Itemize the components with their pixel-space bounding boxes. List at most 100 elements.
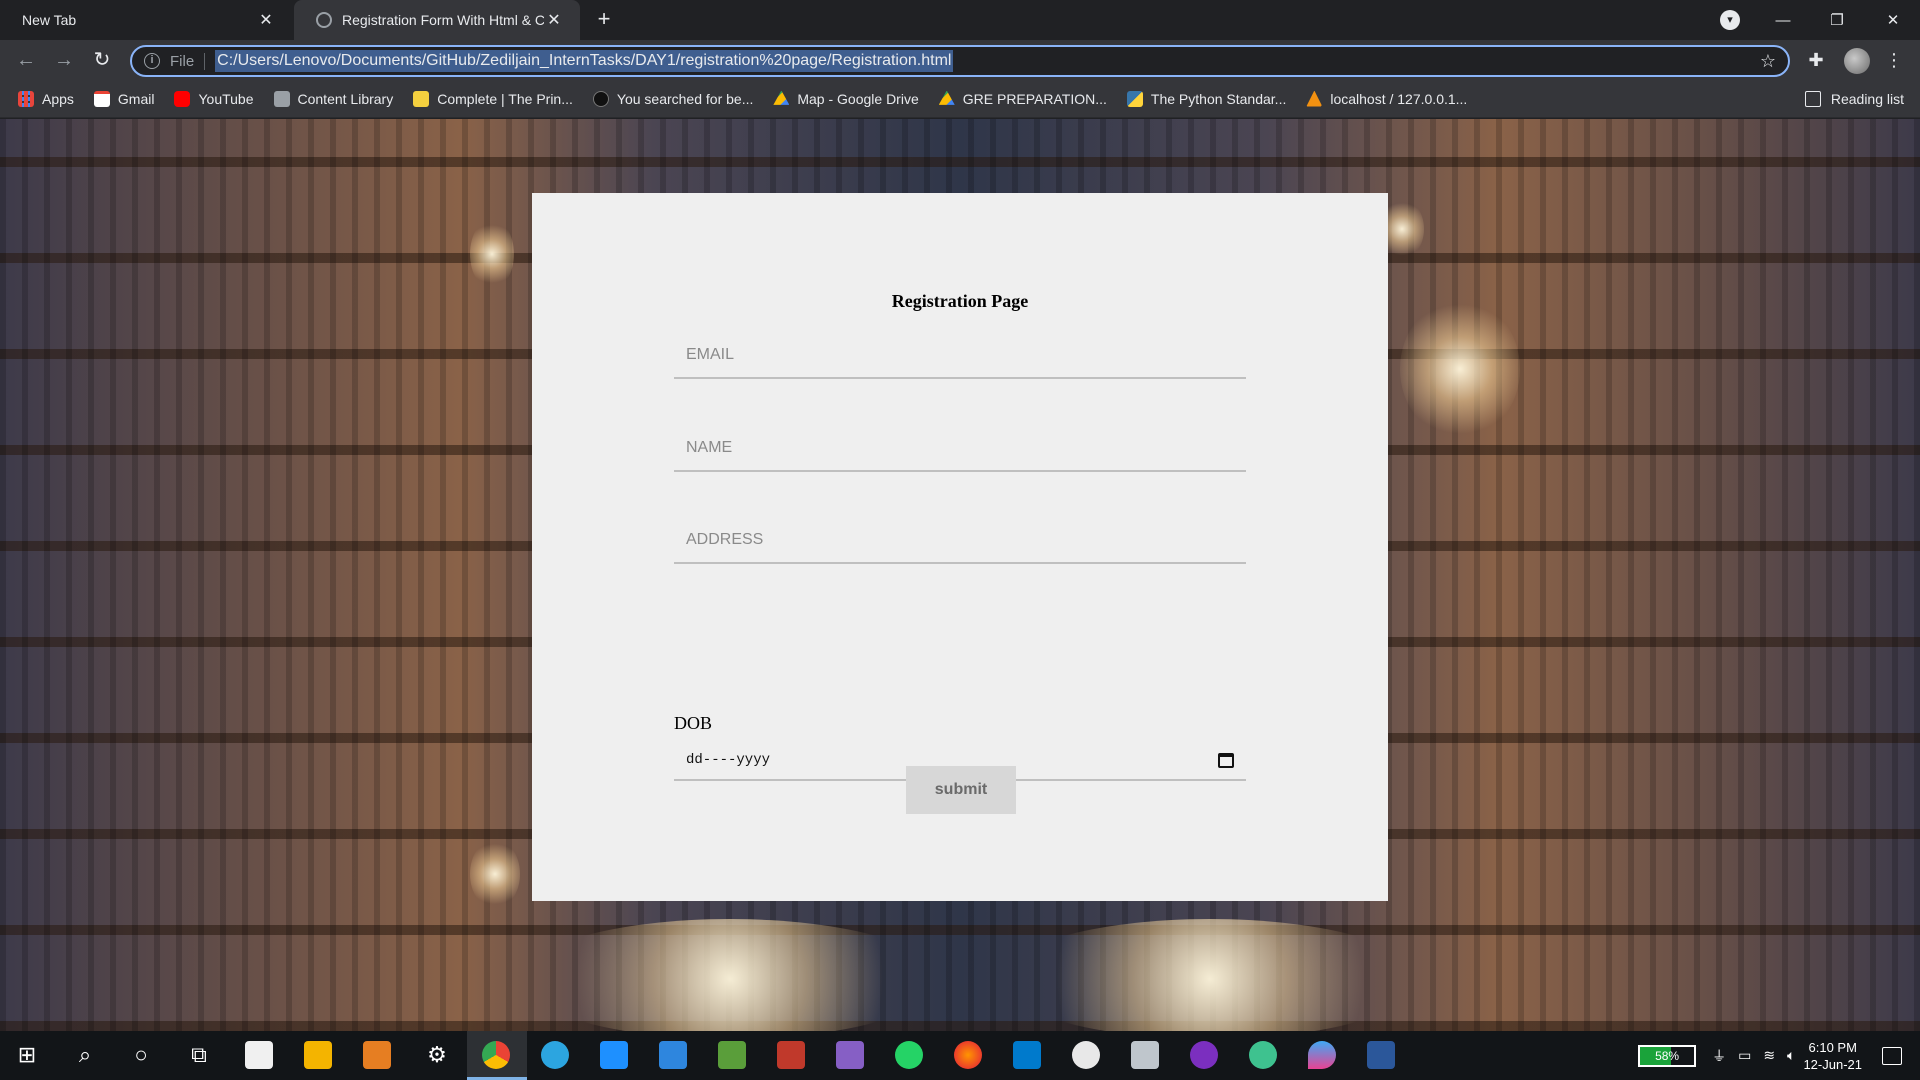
bookmark-python[interactable]: The Python Standar... <box>1126 90 1286 107</box>
submit-button[interactable]: submit <box>906 766 1016 814</box>
telegram-icon[interactable] <box>541 1041 569 1069</box>
battery-icon[interactable]: ▭ <box>1738 1047 1751 1064</box>
bookmark-label: Map - Google Drive <box>797 90 919 107</box>
app-icon[interactable] <box>1190 1041 1218 1069</box>
store-icon[interactable] <box>245 1041 273 1069</box>
globe-icon <box>316 12 332 28</box>
tab-new-tab[interactable]: New Tab ✕ <box>0 0 292 40</box>
bookmark-you-searched[interactable]: You searched for be... <box>592 90 754 107</box>
app-icon[interactable] <box>363 1041 391 1069</box>
new-tab-plus-icon[interactable]: + <box>592 8 616 32</box>
firefox-icon[interactable] <box>954 1041 982 1069</box>
bookmark-label: You searched for be... <box>616 90 754 107</box>
clock-time: 6:10 PM <box>1808 1039 1857 1055</box>
bookmark-label: Content Library <box>297 90 394 107</box>
extensions-puzzle-icon[interactable]: ✚ <box>1804 48 1828 72</box>
address-scheme-label: File <box>170 52 206 70</box>
calendar-icon[interactable] <box>1218 752 1234 768</box>
close-icon[interactable]: ✕ <box>256 10 276 30</box>
windows-taskbar: ⊞ ⌕ ○ ⧉ ⚙ 58% ⏚ ▭ ≋ 🔈︎ 6:10 PM 12-Jun-21 <box>0 1031 1920 1080</box>
email-field[interactable] <box>674 333 1246 379</box>
minimize-icon[interactable]: — <box>1756 0 1810 40</box>
bookmark-label: Gmail <box>117 90 155 107</box>
window-close-icon[interactable]: ✕ <box>1866 0 1920 40</box>
acrobat-icon[interactable] <box>777 1041 805 1069</box>
info-icon[interactable]: i <box>144 53 160 69</box>
bookmark-label: YouTube <box>198 90 254 107</box>
name-field[interactable] <box>674 426 1246 472</box>
app-icon[interactable] <box>600 1041 628 1069</box>
bookmark-apps[interactable]: Apps <box>18 90 74 107</box>
python-icon <box>1126 90 1143 107</box>
bookmark-content-library[interactable]: Content Library <box>273 90 394 107</box>
bookmark-map-drive[interactable]: Map - Google Drive <box>773 90 919 107</box>
unreal-engine-icon[interactable] <box>1072 1041 1100 1069</box>
whatsapp-icon[interactable] <box>895 1041 923 1069</box>
reload-icon[interactable]: ↻ <box>90 48 114 72</box>
photos-icon[interactable] <box>659 1041 687 1069</box>
gmail-icon <box>93 90 110 107</box>
bookmark-star-icon[interactable]: ☆ <box>1760 51 1776 72</box>
restore-icon[interactable]: ❐ <box>1810 0 1864 40</box>
bookmark-label: Complete | The Prin... <box>437 90 573 107</box>
clock[interactable]: 6:10 PM 12-Jun-21 <box>1803 1039 1862 1073</box>
power-plug-icon[interactable]: ⏚ <box>1712 1046 1726 1066</box>
bookmark-complete[interactable]: Complete | The Prin... <box>413 90 573 107</box>
g-icon <box>592 90 609 107</box>
bookmark-gre[interactable]: GRE PREPARATION... <box>938 90 1107 107</box>
dob-label: DOB <box>674 713 713 733</box>
page-background: Registration Page DOB dd----yyyy submit <box>0 119 1920 1031</box>
vscode-icon[interactable] <box>1013 1041 1041 1069</box>
tab-search-chevron-icon[interactable]: ▾ <box>1720 10 1740 30</box>
windows-start-icon[interactable]: ⊞ <box>12 1040 42 1070</box>
battery-indicator[interactable]: 58% <box>1638 1044 1697 1067</box>
form-title: Registration Page <box>891 291 1029 311</box>
tab-registration-form[interactable]: Registration Form With Html & C ✕ <box>294 0 580 40</box>
drive-icon <box>938 90 955 105</box>
address-bar[interactable]: i File C:/Users/Lenovo/Documents/GitHub/… <box>130 45 1790 77</box>
address-field[interactable] <box>674 518 1246 564</box>
app-icon[interactable] <box>1249 1041 1277 1069</box>
bookmark-gmail[interactable]: Gmail <box>93 90 155 107</box>
volume-icon[interactable]: 🔈︎ <box>1787 1047 1795 1064</box>
visual-studio-icon[interactable] <box>836 1041 864 1069</box>
url-text[interactable]: C:/Users/Lenovo/Documents/GitHub/Zedilja… <box>215 50 954 72</box>
forward-arrow-icon[interactable]: → <box>52 48 76 72</box>
profile-avatar[interactable] <box>1844 48 1870 74</box>
more-menu-icon[interactable]: ⋮ <box>1882 48 1906 72</box>
registration-form: Registration Page DOB dd----yyyy submit <box>532 193 1388 901</box>
lamp-glow <box>1400 299 1520 439</box>
search-icon[interactable]: ⌕ <box>70 1040 100 1070</box>
word-icon[interactable] <box>1367 1041 1395 1069</box>
bookmarks-bar: Apps Gmail YouTube Content Library Compl… <box>0 80 1920 118</box>
app-icon[interactable] <box>718 1041 746 1069</box>
app-icon[interactable] <box>1308 1041 1336 1069</box>
apps-grid-icon <box>18 90 34 107</box>
youtube-icon <box>174 90 191 107</box>
bookmark-localhost[interactable]: localhost / 127.0.0.1... <box>1306 90 1468 107</box>
bookmark-label: GRE PREPARATION... <box>962 90 1107 107</box>
notification-icon[interactable] <box>1882 1046 1902 1065</box>
lamp-glow <box>470 219 514 289</box>
reading-list-icon <box>1804 91 1821 107</box>
tab-title: Registration Form With Html & C <box>342 12 544 28</box>
back-arrow-icon[interactable]: ← <box>14 48 38 72</box>
wifi-icon[interactable]: ≋ <box>1763 1047 1775 1064</box>
task-view-icon[interactable]: ⧉ <box>184 1040 214 1070</box>
close-icon[interactable]: ✕ <box>544 10 564 30</box>
reading-list-button[interactable]: Reading list <box>1804 80 1904 118</box>
browser-toolbar: ← → ↻ i File C:/Users/Lenovo/Documents/G… <box>0 40 1920 80</box>
settings-gear-icon[interactable]: ⚙ <box>422 1040 452 1070</box>
tab-title: New Tab <box>22 12 77 28</box>
battery-percent: 58% <box>1655 1048 1680 1063</box>
phpmyadmin-icon <box>1306 90 1323 107</box>
bookmark-youtube[interactable]: YouTube <box>174 90 254 107</box>
lamp-glow <box>1000 919 1420 1031</box>
p-icon <box>413 90 430 107</box>
cortana-icon[interactable]: ○ <box>126 1040 156 1070</box>
bookmark-label: localhost / 127.0.0.1... <box>1330 90 1468 107</box>
file-explorer-icon[interactable] <box>304 1041 332 1069</box>
library-icon <box>273 90 290 107</box>
chrome-icon[interactable] <box>482 1041 510 1069</box>
unity-icon[interactable] <box>1131 1041 1159 1069</box>
